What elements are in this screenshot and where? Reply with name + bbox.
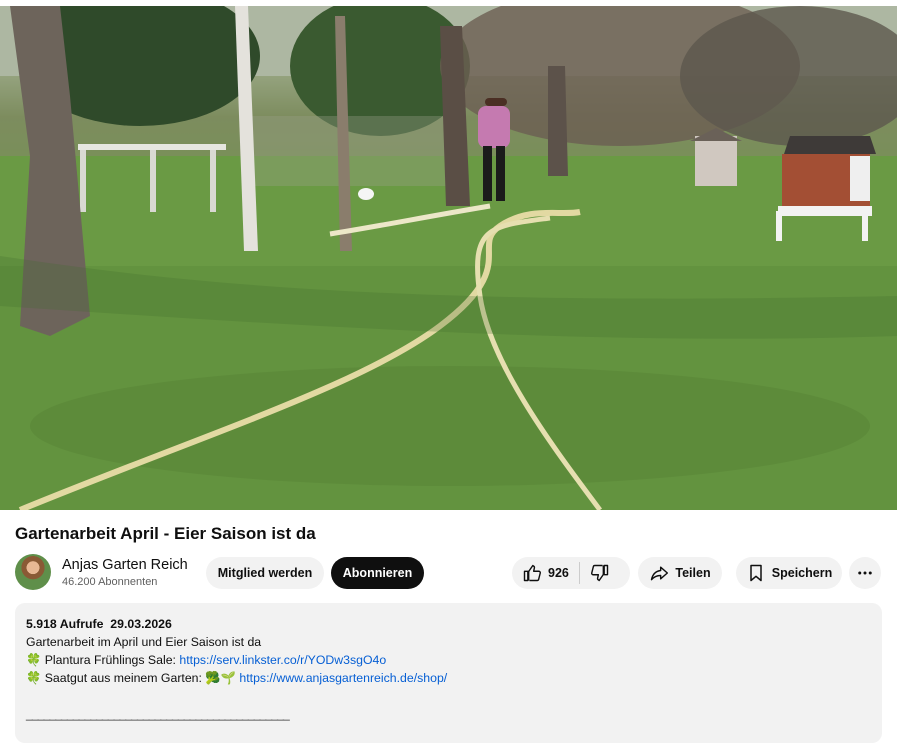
bookmark-icon [750, 564, 762, 582]
join-button[interactable]: Mitglied werden [206, 557, 324, 589]
description-text: 🍀 Plantura Frühlings Sale: [26, 653, 180, 667]
share-icon [651, 566, 669, 581]
more-horizontal-icon [858, 571, 872, 575]
description-line: 🍀 Saatgut aus meinem Garten: 🥦🌱 https://… [26, 669, 871, 687]
video-title: Gartenarbeit April - Eier Saison ist da [15, 524, 316, 543]
avatar[interactable] [15, 554, 51, 590]
description-divider: ________________________________________… [26, 707, 290, 721]
subscriber-count: 46.200 Abonnenten [62, 576, 158, 588]
channel-name[interactable]: Anjas Garten Reich [62, 557, 188, 573]
like-button[interactable]: 926 [512, 557, 579, 589]
like-count: 926 [548, 566, 569, 580]
subscribe-button[interactable]: Abonnieren [331, 557, 424, 589]
video-frame [0, 6, 897, 510]
dislike-button[interactable] [580, 557, 610, 589]
description-meta: 5.918 Aufrufe 29.03.2026 [26, 615, 871, 633]
like-dislike-group: 926 [512, 557, 630, 589]
description-text: 🍀 Saatgut aus meinem Garten: 🥦🌱 [26, 671, 240, 685]
upload-date: 29.03.2026 [110, 617, 172, 631]
description-line: 🍀 Plantura Frühlings Sale: https://serv.… [26, 651, 871, 669]
save-button[interactable]: Speichern [736, 557, 842, 589]
video-player[interactable] [0, 6, 897, 510]
description-line: Gartenarbeit im April und Eier Saison is… [26, 635, 262, 649]
description-link[interactable]: https://serv.linkster.co/r/YODw3sgO4o [179, 653, 386, 667]
description-box[interactable]: 5.918 Aufrufe 29.03.2026 Gartenarbeit im… [15, 603, 882, 743]
view-count: 5.918 Aufrufe [26, 617, 104, 631]
description-link[interactable]: https://www.anjasgartenreich.de/shop/ [239, 671, 447, 685]
share-label: Teilen [675, 566, 711, 580]
thumbs-down-icon [590, 564, 609, 582]
save-label: Speichern [771, 566, 833, 580]
thumbs-up-icon [523, 564, 542, 582]
more-button[interactable] [849, 557, 881, 589]
share-button[interactable]: Teilen [638, 557, 722, 589]
channel-row: Anjas Garten Reich 46.200 Abonnenten Mit… [15, 553, 882, 593]
